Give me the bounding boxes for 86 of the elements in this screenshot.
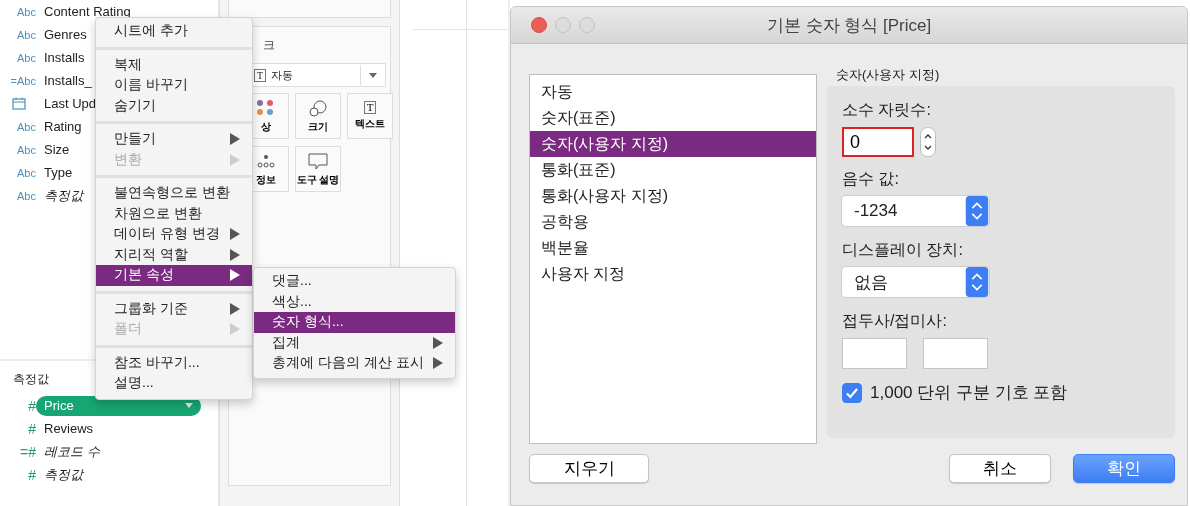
field-name[interactable]: Installs [44, 50, 85, 65]
submenu-arrow-icon [230, 153, 240, 166]
format-list-item[interactable]: 통화(표준) [530, 157, 816, 183]
submenu-arrow-icon [433, 336, 443, 349]
speech-bubble-icon [307, 151, 329, 170]
menu-item[interactable]: 그룹화 기준 [96, 298, 252, 319]
field-label: 음수 값: [842, 169, 900, 189]
format-list-item[interactable]: 자동 [530, 79, 816, 105]
submenu-arrow-icon [230, 228, 240, 241]
cancel-button[interactable]: 취소 [949, 454, 1051, 483]
format-list-item[interactable]: 백분율 [530, 235, 816, 261]
type-mark: Abc [17, 143, 36, 156]
field-name[interactable]: Size [44, 142, 70, 157]
format-list-item[interactable]: 사용자 지정 [530, 261, 816, 287]
checkbox[interactable] [842, 382, 862, 403]
mark-property-button[interactable]: 도구 설명 [295, 146, 341, 192]
close-button[interactable] [531, 17, 547, 33]
type-mark: # [28, 466, 36, 483]
format-list-item[interactable]: 숫자(사용자 지정) [530, 131, 816, 157]
submenu-arrow-icon [433, 357, 443, 370]
type-mark: =Abc [10, 74, 36, 87]
type-mark: Abc [17, 28, 36, 41]
type-mark: =# [20, 443, 36, 460]
menu-item[interactable]: 참조 바꾸기... [96, 352, 252, 373]
submenu-arrow-icon [230, 248, 240, 261]
field-name[interactable]: Installs_ [44, 73, 92, 88]
menu-item[interactable]: 색상... [254, 291, 455, 312]
circles-icon [307, 98, 329, 117]
menu-item[interactable]: 집계 [254, 332, 455, 353]
mark-property-button[interactable]: T 텍스트 [347, 93, 393, 139]
window-title: 기본 숫자 형식 [Price] [766, 14, 932, 37]
field-name[interactable]: 레코드 수 [44, 442, 100, 461]
field-name[interactable]: Rating [44, 119, 82, 134]
type-mark: Abc [17, 189, 36, 202]
field-name[interactable]: 측정값 [44, 465, 83, 484]
prefix-field[interactable] [842, 338, 907, 369]
menu-item[interactable]: 차원으로 변환 [96, 203, 252, 224]
menu-item[interactable]: 시트에 추가 [96, 21, 252, 42]
type-mark: # [28, 397, 36, 414]
menu-item[interactable]: 데이터 유형 변경 [96, 224, 252, 245]
type-mark: Abc [17, 166, 36, 179]
stepper-control[interactable] [920, 127, 936, 157]
menu-item[interactable]: 숫자 형식... [254, 312, 455, 333]
decimal-places-field[interactable]: 0 [842, 127, 914, 157]
submenu-arrow-icon [230, 133, 240, 146]
submenu-arrow-icon [230, 323, 240, 336]
minimize-button[interactable] [555, 17, 571, 33]
calendar-icon [12, 97, 26, 110]
field-name[interactable]: Last Upd [44, 96, 97, 111]
field-name[interactable]: Reviews [44, 421, 94, 436]
field-label: 접두사/접미사: [842, 311, 948, 331]
section-title: 숫자(사용자 지정) [835, 66, 941, 84]
text-icon: T [363, 101, 377, 114]
mark-property-button[interactable]: 크기 [295, 93, 341, 139]
text-icon: T [254, 68, 267, 82]
section-title: 측정값 [13, 371, 49, 388]
chevron-icon [965, 196, 989, 226]
caret-icon [185, 403, 193, 408]
menu-item[interactable]: 댓글... [254, 271, 455, 292]
suffix-field[interactable] [923, 338, 988, 369]
format-list-item[interactable]: 숫자(표준) [530, 105, 816, 131]
type-mark: Abc [17, 120, 36, 133]
menu-item[interactable]: 총계에 다음의 계산 표시 [254, 353, 455, 374]
field-label: 디스플레이 장치: [842, 240, 964, 260]
field-name[interactable]: 측정값 [44, 186, 83, 205]
type-mark: Abc [17, 5, 36, 18]
type-mark: # [28, 420, 36, 437]
negative-values-dropdown[interactable]: -1234 [842, 196, 989, 226]
clear-button[interactable]: 지우기 [529, 454, 649, 483]
menu-item[interactable]: 설명... [96, 373, 252, 394]
menu-item[interactable]: 지리적 역할 [96, 244, 252, 265]
format-list-item[interactable]: 공학용 [530, 209, 816, 235]
display-units-dropdown[interactable]: 없음 [842, 267, 989, 297]
checkbox-label: 1,000 단위 구분 기호 포함 [870, 382, 1068, 404]
submenu-arrow-icon [230, 302, 240, 315]
submenu-arrow-icon [230, 269, 240, 282]
field-name[interactable]: Type [44, 165, 73, 180]
chevron-icon [965, 267, 989, 297]
field-name[interactable]: Genres [44, 27, 87, 42]
type-mark: Abc [17, 51, 36, 64]
menu-item[interactable]: 기본 속성 [96, 265, 252, 286]
field-label: 소수 자릿수: [842, 100, 932, 120]
card-title: 크 [262, 37, 276, 54]
format-list-item[interactable]: 통화(사용자 지정) [530, 183, 816, 209]
caret-icon [369, 72, 377, 78]
zoom-button[interactable] [579, 17, 595, 33]
